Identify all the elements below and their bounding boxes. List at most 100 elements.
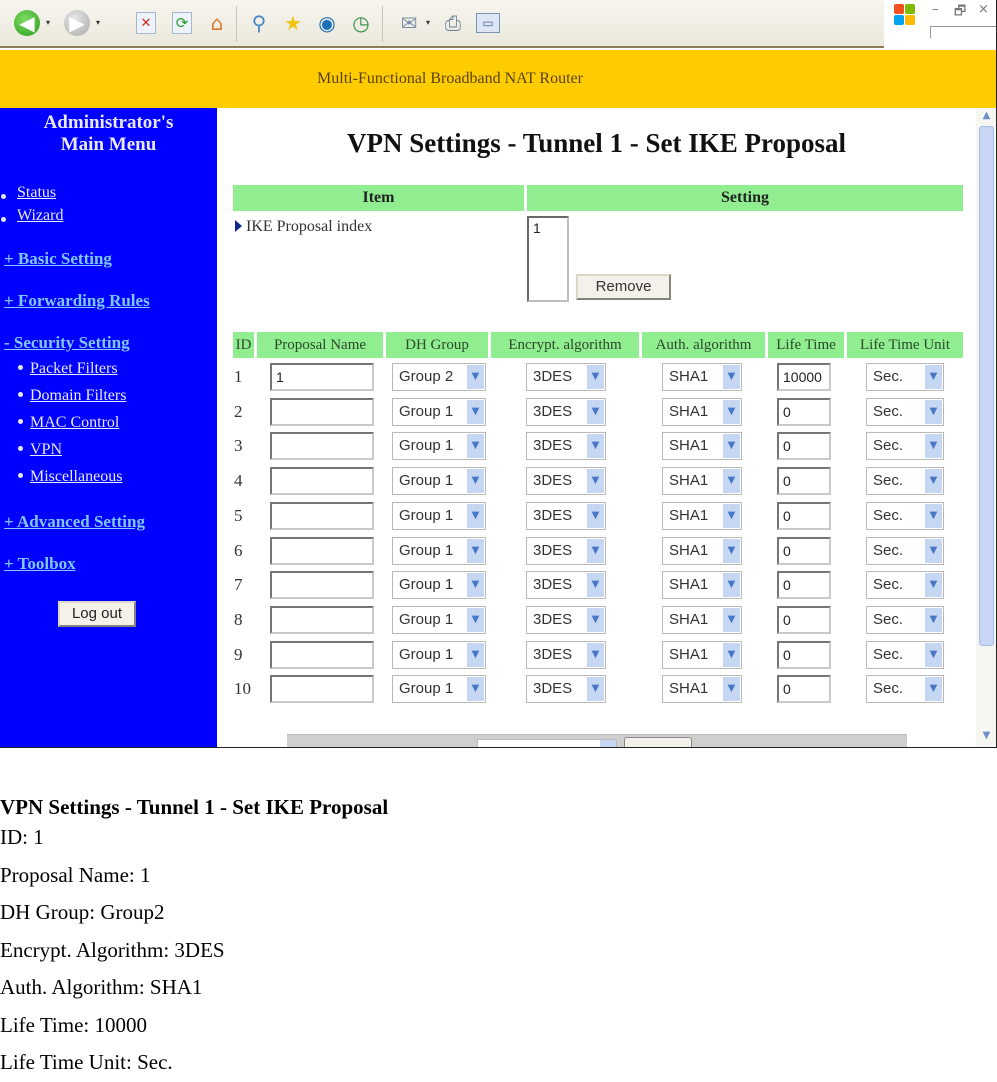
life-time-input[interactable]: 0	[777, 675, 831, 704]
chevron-down-icon[interactable]: ▼	[925, 642, 942, 667]
chevron-down-icon[interactable]	[600, 740, 616, 747]
chevron-down-icon[interactable]: ▼	[723, 573, 740, 598]
sidebar-section-forwarding-rules[interactable]: + Forwarding Rules	[4, 291, 150, 311]
auth-algorithm-select[interactable]: SHA1 ▼	[662, 675, 742, 704]
life-time-unit-select[interactable]: Sec. ▼	[866, 605, 944, 634]
sidebar-section-toolbox[interactable]: + Toolbox	[4, 554, 76, 574]
proposal-name-input[interactable]	[270, 675, 374, 704]
scroll-down-icon[interactable]: ▼	[978, 730, 995, 746]
encrypt-algorithm-select[interactable]: 3DES ▼	[526, 640, 606, 669]
chevron-down-icon[interactable]: ▼	[467, 607, 484, 632]
scroll-up-icon[interactable]: ▲	[978, 110, 995, 126]
favorites-icon[interactable]: ★	[280, 10, 306, 36]
chevron-down-icon[interactable]: ▼	[587, 607, 604, 632]
edit-icon[interactable]: ▭	[476, 13, 500, 33]
encrypt-algorithm-select[interactable]: 3DES ▼	[526, 501, 606, 530]
chevron-down-icon[interactable]: ▼	[587, 434, 604, 459]
chevron-down-icon[interactable]: ▼	[587, 538, 604, 563]
chevron-down-icon[interactable]: ▼	[925, 538, 942, 563]
bottom-select[interactable]	[477, 739, 617, 747]
proposal-name-input[interactable]	[270, 605, 374, 634]
print-icon[interactable]: ⎙	[440, 10, 466, 36]
sidebar-item-vpn[interactable]: VPN	[30, 441, 62, 459]
proposal-name-input[interactable]	[270, 536, 374, 565]
chevron-down-icon[interactable]: ▼	[467, 677, 484, 702]
life-time-input[interactable]: 0	[777, 432, 831, 461]
scrollbar-thumb[interactable]	[979, 126, 994, 646]
life-time-unit-select[interactable]: Sec. ▼	[866, 501, 944, 530]
life-time-input[interactable]: 0	[777, 536, 831, 565]
sidebar-section-security-setting[interactable]: - Security Setting	[4, 333, 130, 353]
stop-icon[interactable]: ✕	[136, 12, 156, 34]
life-time-unit-select[interactable]: Sec. ▼	[866, 432, 944, 461]
dh-group-select[interactable]: Group 1 ▼	[392, 605, 486, 634]
life-time-unit-select[interactable]: Sec. ▼	[866, 675, 944, 704]
sidebar-item-domain-filters[interactable]: Domain Filters	[30, 387, 126, 405]
proposal-name-input[interactable]	[270, 397, 374, 426]
chevron-down-icon[interactable]: ▼	[467, 469, 484, 494]
back-icon[interactable]: ◀	[14, 10, 40, 36]
chevron-down-icon[interactable]: ▼	[925, 365, 942, 389]
mail-dropdown-icon[interactable]: ▾	[426, 18, 432, 27]
chevron-down-icon[interactable]: ▼	[723, 677, 740, 702]
sidebar-item-mac-control[interactable]: MAC Control	[30, 414, 119, 432]
life-time-unit-select[interactable]: Sec. ▼	[866, 640, 944, 669]
chevron-down-icon[interactable]: ▼	[723, 503, 740, 528]
vertical-scrollbar[interactable]: ▲ ▼	[976, 108, 996, 747]
encrypt-algorithm-select[interactable]: 3DES ▼	[526, 536, 606, 565]
encrypt-algorithm-select[interactable]: 3DES ▼	[526, 467, 606, 496]
proposal-name-input[interactable]: 1	[270, 363, 374, 391]
chevron-down-icon[interactable]: ▼	[587, 469, 604, 494]
dh-group-select[interactable]: Group 1 ▼	[392, 675, 486, 704]
history-icon[interactable]: ◷	[348, 10, 374, 36]
address-field-fragment[interactable]	[930, 26, 996, 38]
back-dropdown-icon[interactable]: ▾	[46, 18, 52, 27]
bottom-button[interactable]	[624, 737, 692, 747]
ike-proposal-index-listbox[interactable]: 1	[527, 216, 569, 302]
life-time-unit-select[interactable]: Sec. ▼	[866, 363, 944, 391]
auth-algorithm-select[interactable]: SHA1 ▼	[662, 432, 742, 461]
forward-icon[interactable]: ▶	[64, 10, 90, 36]
sidebar-section-advanced-setting[interactable]: + Advanced Setting	[4, 512, 145, 532]
encrypt-algorithm-select[interactable]: 3DES ▼	[526, 605, 606, 634]
media-icon[interactable]: ◉	[314, 10, 340, 36]
chevron-down-icon[interactable]: ▼	[925, 469, 942, 494]
life-time-unit-select[interactable]: Sec. ▼	[866, 467, 944, 496]
auth-algorithm-select[interactable]: SHA1 ▼	[662, 397, 742, 426]
chevron-down-icon[interactable]: ▼	[925, 434, 942, 459]
chevron-down-icon[interactable]: ▼	[467, 365, 484, 389]
chevron-down-icon[interactable]: ▼	[723, 434, 740, 459]
sidebar-item-miscellaneous[interactable]: Miscellaneous	[30, 468, 122, 486]
life-time-input[interactable]: 10000	[777, 363, 831, 391]
proposal-name-input[interactable]	[270, 432, 374, 461]
dh-group-select[interactable]: Group 1 ▼	[392, 571, 486, 600]
auth-algorithm-select[interactable]: SHA1 ▼	[662, 605, 742, 634]
sidebar-link-wizard[interactable]: Wizard	[17, 207, 63, 225]
auth-algorithm-select[interactable]: SHA1 ▼	[662, 363, 742, 391]
chevron-down-icon[interactable]: ▼	[467, 399, 484, 424]
chevron-down-icon[interactable]: ▼	[467, 434, 484, 459]
minimize-icon[interactable]: –	[932, 2, 939, 17]
chevron-down-icon[interactable]: ▼	[467, 503, 484, 528]
refresh-icon[interactable]: ⟳	[172, 12, 192, 34]
sidebar-link-status[interactable]: Status	[17, 184, 56, 202]
dh-group-select[interactable]: Group 1 ▼	[392, 397, 486, 426]
proposal-name-input[interactable]	[270, 501, 374, 530]
life-time-input[interactable]: 0	[777, 571, 831, 600]
dh-group-select[interactable]: Group 1 ▼	[392, 536, 486, 565]
auth-algorithm-select[interactable]: SHA1 ▼	[662, 467, 742, 496]
logout-button[interactable]: Log out	[58, 601, 136, 627]
proposal-name-input[interactable]	[270, 467, 374, 496]
index-list-option[interactable]: 1	[533, 220, 563, 236]
auth-algorithm-select[interactable]: SHA1 ▼	[662, 640, 742, 669]
chevron-down-icon[interactable]: ▼	[723, 642, 740, 667]
encrypt-algorithm-select[interactable]: 3DES ▼	[526, 675, 606, 704]
chevron-down-icon[interactable]: ▼	[723, 399, 740, 424]
remove-button[interactable]: Remove	[576, 274, 671, 300]
chevron-down-icon[interactable]: ▼	[587, 573, 604, 598]
dh-group-select[interactable]: Group 1 ▼	[392, 640, 486, 669]
chevron-down-icon[interactable]: ▼	[587, 503, 604, 528]
life-time-unit-select[interactable]: Sec. ▼	[866, 536, 944, 565]
chevron-down-icon[interactable]: ▼	[587, 399, 604, 424]
sidebar-section-basic-setting[interactable]: + Basic Setting	[4, 249, 112, 269]
